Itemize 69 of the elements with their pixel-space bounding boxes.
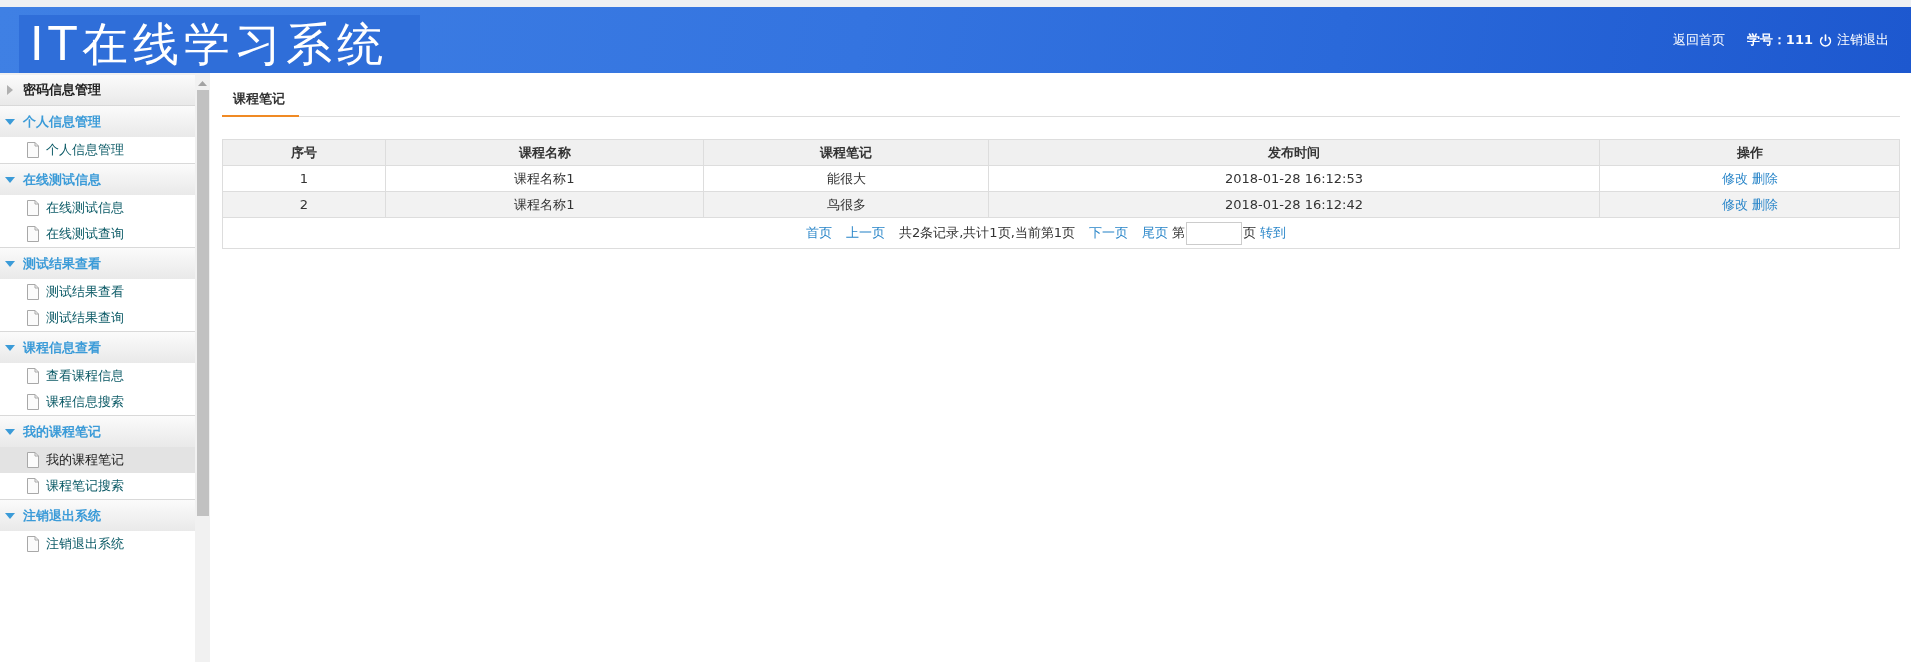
table-cell: 课程名称1 xyxy=(385,165,704,192)
menu-group-title: 注销退出系统 xyxy=(23,506,101,525)
document-icon xyxy=(27,478,39,494)
scroll-up-icon[interactable] xyxy=(198,81,207,86)
menu-item-label: 课程笔记搜索 xyxy=(46,477,124,495)
menu-item-label: 个人信息管理 xyxy=(46,141,124,159)
first-page-link[interactable]: 首页 xyxy=(805,224,832,242)
next-page-link[interactable]: 下一页 xyxy=(1089,224,1129,242)
site-logo: IT在线学习系统 xyxy=(19,15,420,73)
go-link[interactable]: 转到 xyxy=(1260,224,1287,242)
menu-group-title: 我的课程笔记 xyxy=(23,422,101,441)
page-number-input[interactable] xyxy=(1186,221,1243,245)
scrollbar-thumb[interactable] xyxy=(196,90,209,516)
logout-link[interactable]: 注销退出 xyxy=(1837,31,1889,49)
document-icon xyxy=(27,394,39,410)
menu-group-header[interactable]: 课程信息查看 xyxy=(0,331,195,363)
menu-item-label: 测试结果查询 xyxy=(46,309,124,327)
table-cell: 2018-01-28 16:12:42 xyxy=(988,191,1600,218)
menu-group-header[interactable]: 注销退出系统 xyxy=(0,499,195,531)
edit-link[interactable]: 修改 xyxy=(1721,196,1748,212)
menu-group-title: 个人信息管理 xyxy=(23,112,101,131)
pagination-summary: 共2条记录,共计1页,当前第1页 xyxy=(898,224,1076,242)
menu-group-title: 在线测试信息 xyxy=(23,170,101,189)
menu-item-label: 在线测试查询 xyxy=(46,225,124,243)
home-link[interactable]: 返回首页 xyxy=(1672,31,1725,49)
document-icon xyxy=(27,284,39,300)
table-cell: 课程名称1 xyxy=(385,191,704,218)
column-header: 课程名称 xyxy=(385,139,704,166)
document-icon xyxy=(27,452,39,468)
column-header: 操作 xyxy=(1599,139,1900,166)
table-cell: 2 xyxy=(222,191,386,218)
menu-group-header[interactable]: 在线测试信息 xyxy=(0,163,195,195)
page-label: 页 xyxy=(1243,224,1257,242)
power-icon xyxy=(1819,33,1832,47)
menu-group-title: 课程信息查看 xyxy=(23,338,101,357)
column-header: 序号 xyxy=(222,139,386,166)
menu-group-header[interactable]: 我的课程笔记 xyxy=(0,415,195,447)
menu-item-label: 课程信息搜索 xyxy=(46,393,124,411)
menu-item-label: 在线测试信息 xyxy=(46,199,124,217)
menu-group-header[interactable]: 个人信息管理 xyxy=(0,105,195,137)
menu-group-header[interactable]: 密码信息管理 xyxy=(0,75,195,105)
menu-group-title: 测试结果查看 xyxy=(23,254,101,273)
table-cell: 鸟很多 xyxy=(703,191,989,218)
menu-item[interactable]: 我的课程笔记 xyxy=(0,447,195,473)
column-header: 发布时间 xyxy=(988,139,1600,166)
menu-group-title: 密码信息管理 xyxy=(23,81,101,99)
document-icon xyxy=(27,226,39,242)
table-cell: 2018-01-28 16:12:53 xyxy=(988,165,1600,192)
menu-group-header[interactable]: 测试结果查看 xyxy=(0,247,195,279)
delete-link[interactable]: 删除 xyxy=(1751,170,1778,186)
edit-link[interactable]: 修改 xyxy=(1721,170,1748,186)
last-page-link[interactable]: 尾页 xyxy=(1142,224,1169,242)
column-header: 课程笔记 xyxy=(703,139,989,166)
document-icon xyxy=(27,200,39,216)
document-icon xyxy=(27,310,39,326)
delete-link[interactable]: 删除 xyxy=(1751,196,1778,212)
document-icon xyxy=(27,536,39,552)
menu-item-label: 注销退出系统 xyxy=(46,535,124,553)
document-icon xyxy=(27,368,39,384)
page-label: 第 xyxy=(1172,224,1186,242)
tab[interactable]: 课程笔记 xyxy=(222,83,299,117)
menu-item-label: 测试结果查看 xyxy=(46,283,124,301)
menu-item-label: 我的课程笔记 xyxy=(46,451,124,469)
menu-item-label: 查看课程信息 xyxy=(46,367,124,385)
document-icon xyxy=(27,142,39,158)
previous-page-link[interactable]: 上一页 xyxy=(845,224,885,242)
student-id: 学号：111 xyxy=(1746,31,1813,49)
table-cell: 能很大 xyxy=(703,165,989,192)
table-cell: 1 xyxy=(222,165,386,192)
